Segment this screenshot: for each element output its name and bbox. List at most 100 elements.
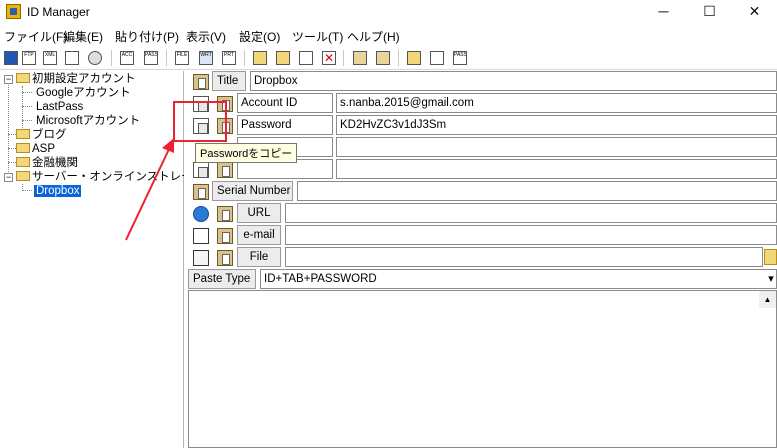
- app-icon: [6, 4, 21, 19]
- account-id-field[interactable]: s.nanba.2015@gmail.com: [336, 93, 777, 113]
- menu-file[interactable]: ファイル(F): [4, 28, 67, 45]
- email-card-icon[interactable]: [193, 228, 209, 244]
- tree-item-asp[interactable]: ASP: [16, 142, 55, 156]
- copy-password-button[interactable]: PASS: [142, 49, 160, 67]
- toolbar-separator: [398, 50, 399, 66]
- tree-line: [22, 120, 32, 121]
- new-folder-button[interactable]: [251, 49, 269, 67]
- tree-item-initial-accounts[interactable]: 初期設定アカウント: [16, 72, 136, 86]
- delete-icon: ✕: [322, 51, 336, 65]
- serial-number-field[interactable]: [297, 181, 777, 201]
- file-icon: FILE: [175, 51, 189, 65]
- paste-type-select[interactable]: ID+TAB+PASSWORD: [260, 269, 777, 289]
- tree-item-blog[interactable]: ブログ: [16, 128, 67, 142]
- custom-value-field-2[interactable]: [336, 159, 777, 179]
- password-generator-button[interactable]: PASS: [451, 49, 469, 67]
- menu-paste[interactable]: 貼り付け(P): [115, 28, 179, 45]
- paste-file-icon[interactable]: [217, 250, 233, 266]
- url-field[interactable]: [285, 203, 777, 223]
- write-icon: WRT: [199, 51, 213, 65]
- menu-view[interactable]: 表示(V): [186, 28, 226, 45]
- close-button[interactable]: ✕: [732, 0, 777, 24]
- password-label-field[interactable]: Password: [237, 115, 333, 135]
- copy-serial-icon[interactable]: [193, 184, 209, 200]
- paste-pdf-button[interactable]: [351, 49, 369, 67]
- password-field[interactable]: KD2HvZC3v1dJ3Sm: [336, 115, 777, 135]
- toolbar-separator: [166, 50, 167, 66]
- file-field[interactable]: [285, 247, 763, 267]
- tree-item-google[interactable]: Googleアカウント: [36, 86, 131, 100]
- minimize-button[interactable]: ─: [641, 0, 686, 24]
- lock-button[interactable]: [405, 49, 423, 67]
- new-document-button[interactable]: [297, 49, 315, 67]
- memo-textarea[interactable]: ▲: [188, 290, 777, 448]
- toolbar-separator: [244, 50, 245, 66]
- ftp-button[interactable]: FTP: [20, 49, 38, 67]
- copy-title-icon[interactable]: [193, 74, 209, 90]
- custom-value-field-1[interactable]: [336, 137, 777, 157]
- dropdown-arrow-icon[interactable]: ▾: [765, 271, 777, 287]
- write-button[interactable]: WRT: [197, 49, 215, 67]
- copy-account-button[interactable]: ACC: [118, 49, 136, 67]
- menu-edit[interactable]: 編集(E): [63, 28, 103, 45]
- folder-open-icon: [16, 171, 30, 181]
- pass-icon: PASS: [144, 51, 158, 65]
- window-title: ID Manager: [27, 5, 90, 19]
- tree-collapse-toggle[interactable]: −: [4, 173, 13, 182]
- gear-button[interactable]: [86, 49, 104, 67]
- tree-item-dropbox[interactable]: Dropbox: [34, 184, 82, 198]
- menu-bar: ファイル(F) 編集(E) 貼り付け(P) 表示(V) 設定(O) ツール(T)…: [0, 25, 777, 45]
- account-id-label-field[interactable]: Account ID: [237, 93, 333, 113]
- pass-generator-icon: PASS: [453, 51, 467, 65]
- menu-help[interactable]: ヘルプ(H): [347, 28, 400, 45]
- tree-item-microsoft[interactable]: Microsoftアカウント: [36, 114, 140, 128]
- file-button[interactable]: FILE: [173, 49, 191, 67]
- tree-line: [22, 92, 32, 93]
- globe-icon[interactable]: [193, 206, 209, 222]
- paste-custom-icon[interactable]: [217, 162, 233, 178]
- print-button[interactable]: PRT: [220, 49, 238, 67]
- xml-export-button[interactable]: XML: [41, 49, 59, 67]
- folder-tree[interactable]: − 初期設定アカウント Googleアカウント LastPass Microso…: [0, 71, 184, 448]
- toolbar-separator: [111, 50, 112, 66]
- folder-icon: [16, 157, 30, 167]
- email-field[interactable]: [285, 225, 777, 245]
- url-button[interactable]: URL: [237, 203, 281, 223]
- file-list-icon[interactable]: [193, 250, 209, 266]
- paste-url-icon[interactable]: [217, 206, 233, 222]
- paste-url-button[interactable]: [374, 49, 392, 67]
- serial-number-button[interactable]: Serial Number: [212, 181, 293, 201]
- menu-tools[interactable]: ツール(T): [292, 28, 343, 45]
- tree-item-label: Dropbox: [34, 185, 82, 197]
- document-icon: [299, 51, 313, 65]
- tree-item-banks[interactable]: 金融機関: [16, 156, 78, 170]
- scroll-up-icon[interactable]: ▲: [759, 291, 776, 308]
- tree-item-lastpass[interactable]: LastPass: [36, 100, 83, 114]
- window-icon: [430, 51, 444, 65]
- tree-line: [22, 106, 32, 107]
- menu-settings[interactable]: 設定(O): [239, 28, 280, 45]
- xml-import-button[interactable]: [63, 49, 81, 67]
- new-folder-icon: [253, 51, 267, 65]
- tree-collapse-toggle[interactable]: −: [4, 75, 13, 84]
- open-folder-icon[interactable]: [764, 249, 777, 265]
- title-field[interactable]: Dropbox: [250, 71, 777, 91]
- copy-custom-icon[interactable]: [193, 162, 209, 178]
- maximize-button[interactable]: ☐: [687, 0, 732, 24]
- title-bar: ID Manager ─ ☐ ✕: [0, 0, 777, 24]
- tree-item-label: ブログ: [32, 129, 67, 141]
- email-button[interactable]: e-mail: [237, 225, 281, 245]
- folder-icon: [16, 143, 30, 153]
- new-item-folder-button[interactable]: [274, 49, 292, 67]
- tree-line: [22, 190, 32, 191]
- file-button[interactable]: File: [237, 247, 281, 267]
- copy-password-tooltip: Passwordをコピー: [195, 143, 298, 163]
- tree-item-servers-storage[interactable]: サーバー・オンラインストレージ: [16, 170, 184, 184]
- paste-email-icon[interactable]: [217, 228, 233, 244]
- print-icon: PRT: [222, 51, 236, 65]
- delete-button[interactable]: ✕: [320, 49, 338, 67]
- window-button[interactable]: [428, 49, 446, 67]
- title-label-button[interactable]: Title: [212, 71, 246, 91]
- save-button[interactable]: [2, 49, 20, 67]
- xml-import-icon: [65, 51, 79, 65]
